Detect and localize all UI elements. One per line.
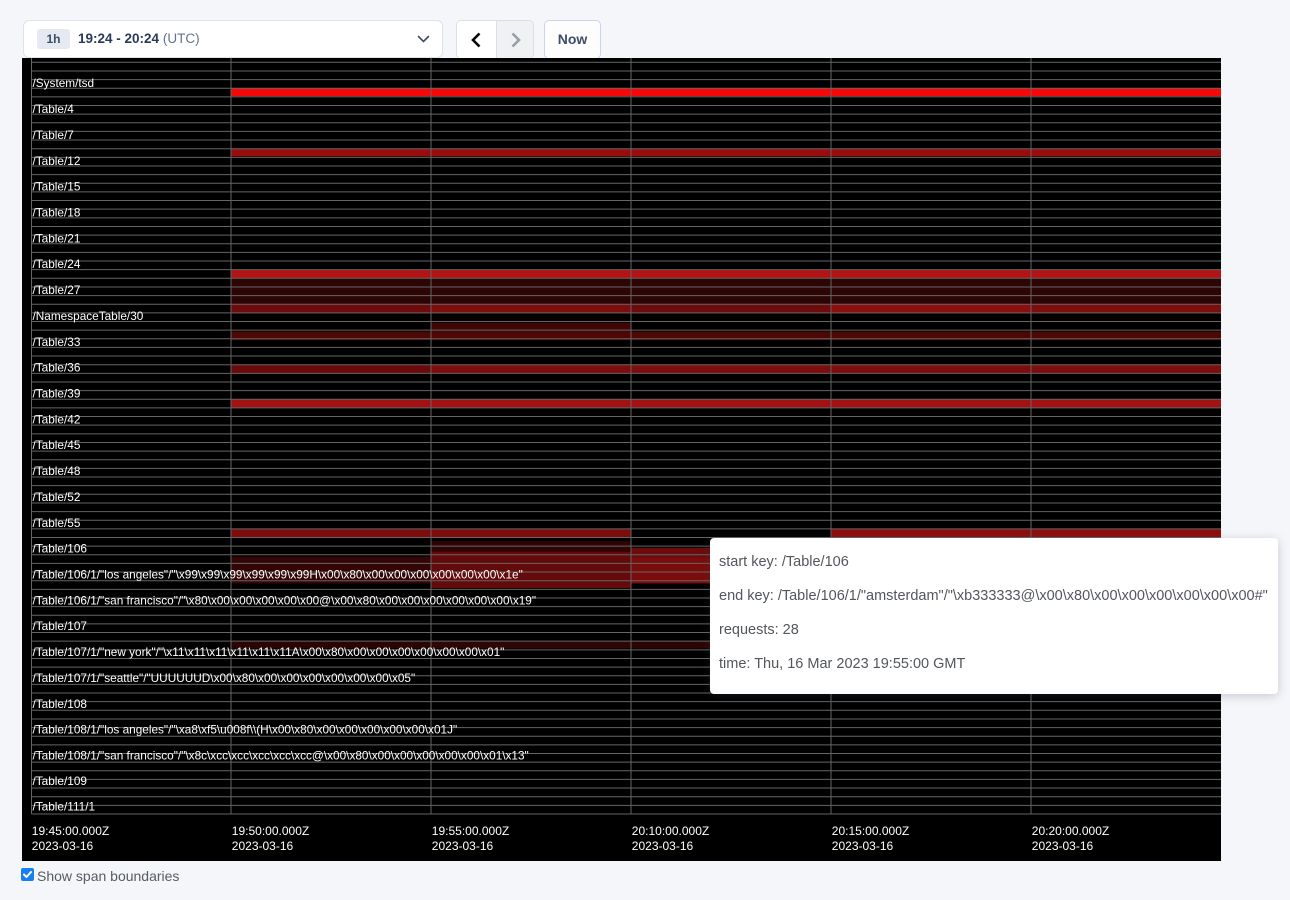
svg-text:/Table/107/1/"seattle"/"UUUUUU: /Table/107/1/"seattle"/"UUUUUUD\x00\x80\… — [33, 671, 416, 685]
svg-text:/Table/107: /Table/107 — [33, 619, 87, 633]
svg-text:/Table/109: /Table/109 — [33, 774, 87, 788]
svg-text:/Table/27: /Table/27 — [33, 283, 81, 297]
svg-text:/Table/24: /Table/24 — [33, 257, 81, 271]
svg-text:/Table/7: /Table/7 — [33, 128, 74, 142]
svg-text:2023-03-16: 2023-03-16 — [832, 839, 894, 853]
svg-text:/Table/108/1/"los angeles"/"\x: /Table/108/1/"los angeles"/"\xa8\xf5\u00… — [33, 723, 458, 737]
svg-text:20:20:00.000Z: 20:20:00.000Z — [1032, 824, 1109, 838]
svg-text:/Table/45: /Table/45 — [33, 438, 81, 452]
svg-text:/Table/12: /Table/12 — [33, 154, 81, 168]
svg-text:2023-03-16: 2023-03-16 — [432, 839, 494, 853]
svg-text:/Table/15: /Table/15 — [33, 180, 81, 194]
svg-text:/Table/108/1/"san francisco"/": /Table/108/1/"san francisco"/"\x8c\xcc\x… — [33, 749, 529, 763]
svg-text:/Table/33: /Table/33 — [33, 335, 81, 349]
svg-text:2023-03-16: 2023-03-16 — [32, 839, 94, 853]
svg-text:/Table/106/1/"san francisco"/": /Table/106/1/"san francisco"/"\x80\x00\x… — [33, 593, 537, 607]
svg-text:/NamespaceTable/30: /NamespaceTable/30 — [33, 309, 144, 323]
svg-text:19:50:00.000Z: 19:50:00.000Z — [232, 824, 309, 838]
svg-text:2023-03-16: 2023-03-16 — [632, 839, 694, 853]
svg-text:/Table/55: /Table/55 — [33, 516, 81, 530]
svg-text:/Table/52: /Table/52 — [33, 490, 81, 504]
svg-text:/Table/39: /Table/39 — [33, 387, 81, 401]
svg-text:/Table/111/1: /Table/111/1 — [33, 800, 96, 814]
svg-text:/System/tsd: /System/tsd — [33, 76, 95, 90]
svg-text:19:55:00.000Z: 19:55:00.000Z — [432, 824, 509, 838]
svg-text:/Table/36: /Table/36 — [33, 361, 81, 375]
svg-text:/Table/106: /Table/106 — [33, 542, 88, 556]
svg-text:20:10:00.000Z: 20:10:00.000Z — [632, 824, 709, 838]
svg-text:2023-03-16: 2023-03-16 — [232, 839, 294, 853]
svg-text:/Table/18: /Table/18 — [33, 206, 81, 220]
svg-text:19:45:00.000Z: 19:45:00.000Z — [32, 824, 109, 838]
svg-text:/Table/4: /Table/4 — [33, 102, 75, 116]
svg-text:20:15:00.000Z: 20:15:00.000Z — [832, 824, 909, 838]
svg-text:/Table/107/1/"new york"/"\x11\: /Table/107/1/"new york"/"\x11\x11\x11\x1… — [33, 645, 505, 659]
svg-text:/Table/42: /Table/42 — [33, 412, 81, 426]
svg-text:2023-03-16: 2023-03-16 — [1032, 839, 1094, 853]
svg-text:/Table/106/1/"los angeles"/"\x: /Table/106/1/"los angeles"/"\x99\x99\x99… — [33, 568, 523, 582]
svg-text:/Table/21: /Table/21 — [33, 231, 81, 245]
svg-text:/Table/108: /Table/108 — [33, 697, 88, 711]
svg-text:/Table/48: /Table/48 — [33, 464, 81, 478]
